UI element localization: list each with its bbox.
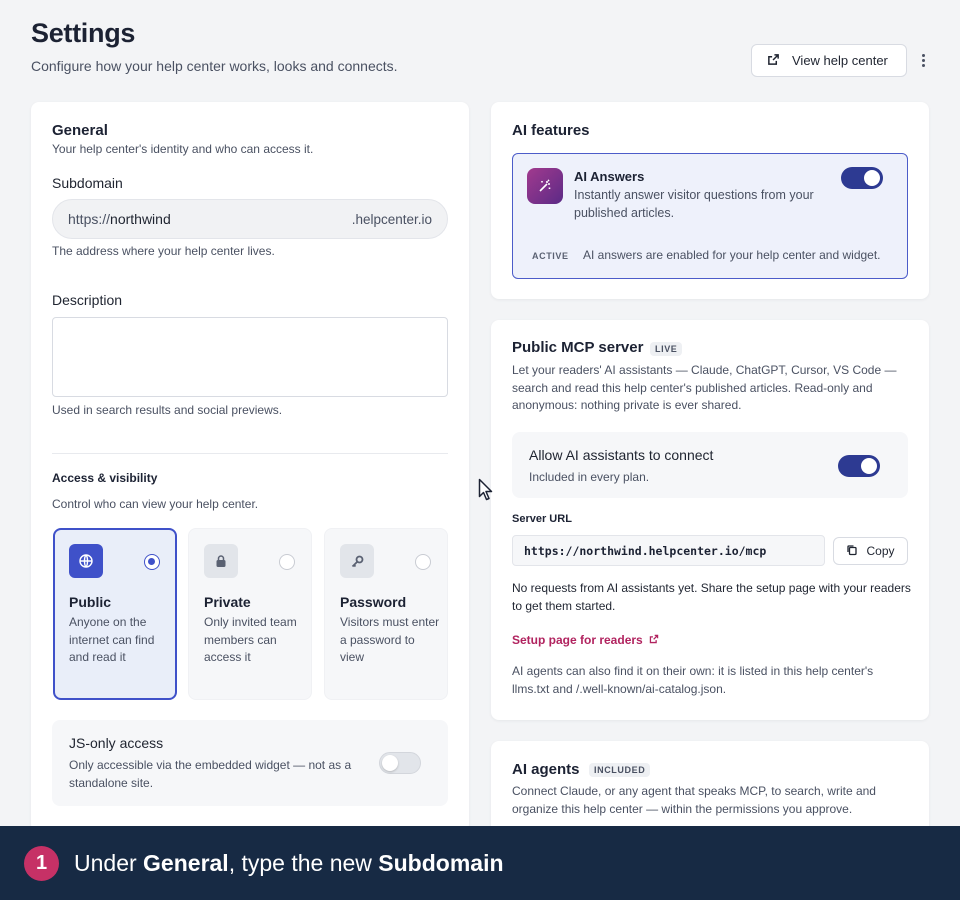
more-vertical-icon[interactable] — [916, 50, 930, 70]
password-desc: Visitors must enter a password to view — [340, 615, 440, 664]
public-desc: Anyone on the internet can find and read… — [69, 615, 155, 664]
allow-assistants-toggle[interactable] — [838, 455, 880, 477]
ai-agents-title: AI agents — [512, 761, 580, 778]
private-desc: Only invited team members can access it — [204, 615, 297, 664]
visibility-option-password[interactable]: Password Visitors must enter a password … — [324, 528, 448, 700]
subdomain-help: The address where your help center lives… — [52, 244, 275, 258]
visibility-option-public[interactable]: Public Anyone on the internet can find a… — [53, 528, 177, 700]
js-only-access-row: JS-only access Only accessible via the e… — [52, 720, 448, 806]
no-requests-text: No requests from AI assistants yet. Shar… — [512, 581, 911, 613]
js-only-desc: Only accessible via the embedded widget … — [69, 758, 352, 790]
included-badge: INCLUDED — [589, 763, 651, 777]
page-title: Settings — [31, 18, 136, 48]
step-number: 1 — [24, 845, 59, 881]
instruction-text: Under General, type the new Subdomain — [74, 849, 504, 876]
subdomain-input[interactable]: https:// northwind .helpcenter.io — [52, 199, 448, 239]
subdomain-label: Subdomain — [52, 175, 123, 191]
private-radio[interactable] — [279, 554, 295, 570]
access-title: Access & visibility — [52, 471, 158, 485]
server-url-label: Server URL — [512, 513, 572, 525]
page-subtitle: Configure how your help center works, lo… — [31, 58, 398, 74]
mcp-title: Public MCP server — [512, 339, 644, 356]
key-icon — [340, 544, 374, 578]
mcp-card: Public MCP server LIVE Let your readers'… — [491, 320, 929, 720]
password-title: Password — [340, 594, 407, 610]
mouse-cursor-icon — [478, 478, 493, 501]
general-subtitle: Your help center's identity and who can … — [52, 142, 314, 156]
ai-features-card: AI features AI Answers Instantly answer … — [491, 102, 929, 299]
divider — [52, 453, 448, 454]
subdomain-suffix: .helpcenter.io — [351, 211, 432, 227]
private-title: Private — [204, 594, 251, 610]
instruction-bar: 1 Under General, type the new Subdomain — [0, 826, 960, 900]
description-textarea[interactable] — [52, 317, 448, 397]
js-only-title: JS-only access — [69, 735, 164, 751]
globe-icon — [69, 544, 103, 578]
js-only-toggle[interactable] — [379, 752, 421, 774]
subdomain-value: northwind — [110, 211, 171, 227]
live-badge: LIVE — [650, 342, 683, 356]
public-title: Public — [69, 594, 112, 610]
view-help-center-label: View help center — [792, 53, 888, 68]
setup-link-label: Setup page for readers — [512, 633, 643, 647]
lock-icon — [204, 544, 238, 578]
ai-answers-toggle[interactable] — [841, 167, 883, 189]
discover-text: AI agents can also find it on their own:… — [512, 664, 874, 696]
allow-title: Allow AI assistants to connect — [529, 447, 714, 463]
public-radio[interactable] — [144, 554, 160, 570]
password-radio[interactable] — [415, 554, 431, 570]
mcp-desc: Let your readers' AI assistants — Claude… — [512, 363, 897, 412]
general-title: General — [52, 122, 108, 139]
description-help: Used in search results and social previe… — [52, 403, 283, 417]
external-link-icon — [767, 53, 780, 69]
allow-assistants-row: Allow AI assistants to connect Included … — [512, 432, 908, 498]
general-card: General Your help center's identity and … — [31, 102, 469, 832]
external-link-icon — [649, 633, 659, 647]
server-url-field[interactable]: https://northwind.helpcenter.io/mcp — [512, 535, 825, 566]
copy-button[interactable]: Copy — [833, 537, 908, 565]
ai-features-title: AI features — [512, 122, 590, 139]
copy-label: Copy — [866, 544, 895, 558]
allow-sub: Included in every plan. — [529, 470, 650, 484]
ai-answers-desc: Instantly answer visitor questions from … — [574, 188, 814, 220]
description-label: Description — [52, 292, 123, 308]
copy-icon — [846, 544, 858, 559]
setup-page-link[interactable]: Setup page for readers — [512, 633, 659, 647]
ai-agents-desc: Connect Claude, or any agent that speaks… — [512, 784, 876, 816]
ai-answers-panel: AI Answers Instantly answer visitor ques… — [512, 153, 908, 279]
active-badge: ACTIVE — [532, 251, 569, 261]
subdomain-prefix: https:// — [68, 211, 111, 227]
access-subtitle: Control who can view your help center. — [52, 497, 259, 511]
visibility-option-private[interactable]: Private Only invited team members can ac… — [188, 528, 312, 700]
view-help-center-button[interactable]: View help center — [751, 44, 907, 77]
ai-answers-status: AI answers are enabled for your help cen… — [583, 248, 881, 262]
ai-answers-title: AI Answers — [574, 169, 645, 184]
magic-wand-icon — [527, 168, 563, 204]
